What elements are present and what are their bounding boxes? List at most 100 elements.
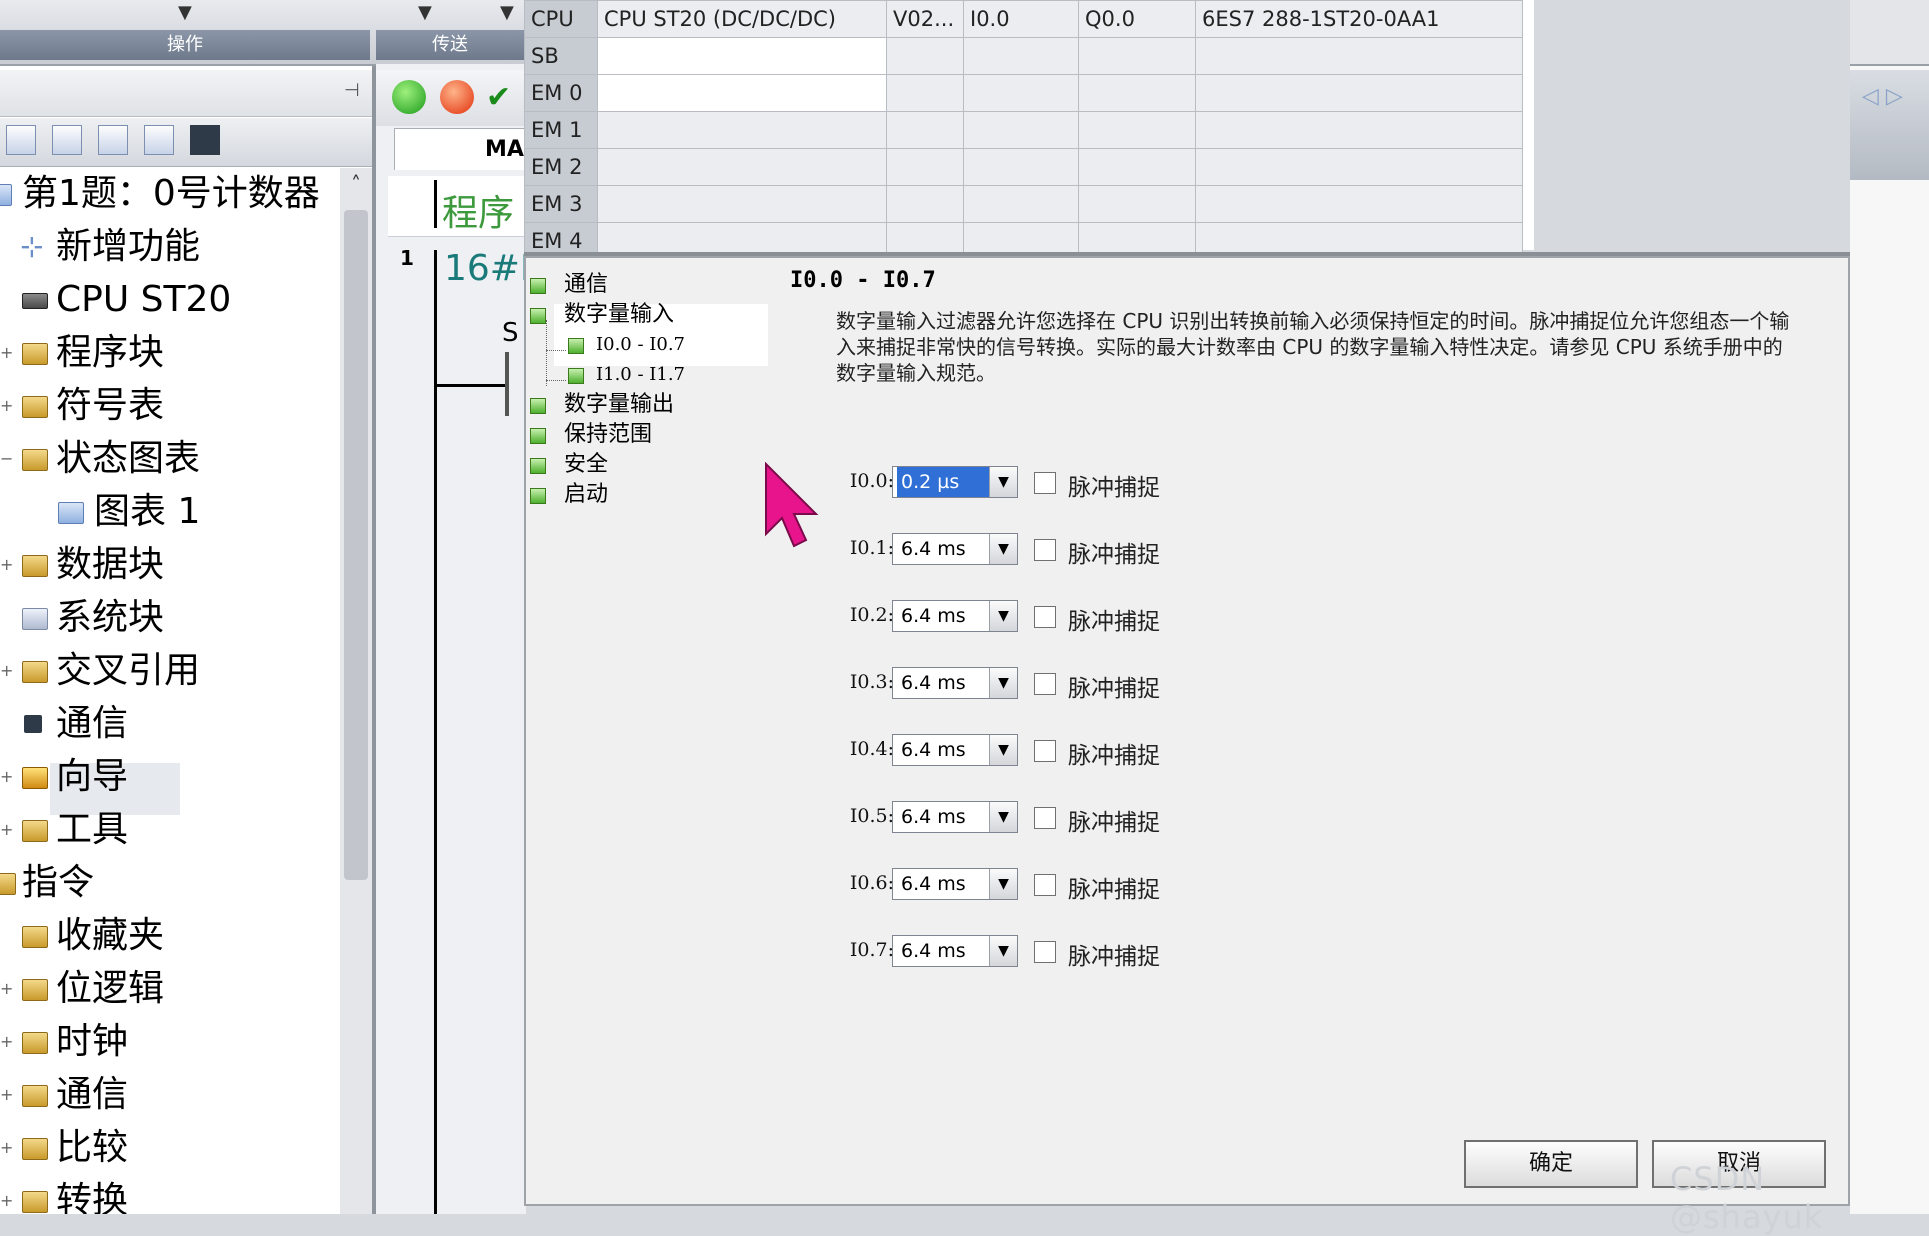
filter-select-i0-4[interactable]: 6.4 ms ▼ [892,734,1018,766]
pulse-catch-checkbox[interactable] [1034,606,1056,628]
table-row[interactable]: SB [524,37,1523,75]
folder-icon [22,661,48,683]
chevron-down-icon[interactable]: ▼ [989,467,1017,497]
expand-icon[interactable]: + [0,327,13,379]
folder-icon [22,1138,48,1160]
input-cell [963,111,1079,149]
ladder-contact[interactable] [505,352,509,416]
table-row[interactable]: EM 0 [524,74,1523,112]
chevron-down-icon[interactable]: ▼ [989,601,1017,631]
filter-select-i0-5[interactable]: 6.4 ms ▼ [892,801,1018,833]
filter-select-i0-6[interactable]: 6.4 ms ▼ [892,868,1018,900]
expand-icon[interactable]: + [0,1122,13,1174]
folder-icon [22,1191,48,1213]
chevron-down-icon[interactable]: ▼ [500,2,514,23]
expand-icon[interactable]: + [0,380,13,432]
expand-icon[interactable]: + [0,963,13,1015]
run-icon[interactable] [392,80,426,114]
pulse-catch-checkbox[interactable] [1034,941,1056,963]
monitor-icon[interactable] [190,125,220,155]
ok-button[interactable]: 确定 [1464,1140,1638,1188]
type-cell[interactable]: CPU ST20 (DC/DC/DC) [597,0,887,38]
tree-item-label: 交叉引用 [56,650,201,691]
window-icon[interactable] [144,125,174,155]
chevron-down-icon[interactable]: ▼ [989,869,1017,899]
chevron-down-icon[interactable]: ▼ [989,668,1017,698]
type-cell[interactable] [597,185,887,223]
pulse-catch-checkbox[interactable] [1034,472,1056,494]
pulse-catch-checkbox[interactable] [1034,539,1056,561]
expand-icon[interactable]: + [0,1175,13,1214]
check-icon[interactable]: ✔ [486,80,520,115]
expand-icon[interactable]: + [0,751,13,803]
output-cell [1078,111,1196,149]
pulse-catch-checkbox[interactable] [1034,874,1056,896]
filter-select-i0-1[interactable]: 6.4 ms ▼ [892,533,1018,565]
table-row[interactable]: EM 2 [524,148,1523,186]
filter-select-i0-7[interactable]: 6.4 ms ▼ [892,935,1018,967]
nav-item-label: 数字量输入 [564,302,675,327]
pulse-catch-label: 脉冲捕捉 [1068,944,1160,970]
nav-item-label: 通信 [564,272,609,297]
chevron-down-icon[interactable]: ▼ [989,735,1017,765]
pulse-catch-label: 脉冲捕捉 [1068,475,1160,501]
tree-item-label: 符号表 [56,385,165,426]
expand-icon[interactable]: + [0,804,13,856]
pulse-catch-checkbox[interactable] [1034,740,1056,762]
folder-icon [22,1032,48,1054]
input-label: I0.3: [849,671,894,693]
section-title: I0.0 - I0.7 [790,268,936,293]
filter-select-i0-0[interactable]: 0.2 µs ▼ [892,466,1018,498]
filter-select-i0-2[interactable]: 6.4 ms ▼ [892,600,1018,632]
order-cell [1195,111,1523,149]
chevron-down-icon[interactable]: ▼ [989,534,1017,564]
combo-value: 6.4 ms [901,605,966,627]
expand-icon[interactable]: + [0,539,13,591]
pulse-catch-checkbox[interactable] [1034,673,1056,695]
chevron-down-icon[interactable]: ▼ [178,2,192,23]
expand-icon[interactable]: + [0,1016,13,1068]
type-cell[interactable] [597,111,887,149]
tree-item-label: 转换 [56,1180,129,1214]
version-cell [886,37,964,75]
view-icon[interactable] [6,125,36,155]
pulse-catch-label: 脉冲捕捉 [1068,609,1160,635]
input-label: I0.0: [849,470,894,492]
chevron-down-icon[interactable]: ▼ [989,802,1017,832]
module-cell: EM 2 [524,148,598,186]
table-row[interactable]: CPU CPU ST20 (DC/DC/DC) V02... I0.0 Q0.0… [524,0,1523,38]
combo-value: 6.4 ms [901,873,966,895]
type-cell[interactable] [597,74,887,112]
document-icon[interactable] [52,125,82,155]
expand-icon[interactable]: + [0,1069,13,1121]
contact-label: S [502,318,519,348]
chevron-down-icon[interactable]: ▼ [989,936,1017,966]
tab-main[interactable]: MA [394,128,526,170]
type-cell[interactable] [597,37,887,75]
program-marker [434,180,437,228]
stop-icon[interactable] [440,80,474,114]
chevron-down-icon[interactable]: ▼ [418,2,432,23]
order-cell: 6ES7 288-1ST20-0AA1 [1195,0,1523,38]
input-label: I0.4: [849,738,894,760]
page-icon[interactable] [98,125,128,155]
nav-arrows-icon[interactable]: ◁ ▷ [1862,84,1903,109]
pin-icon[interactable]: ⊣ [344,80,360,101]
input-label: I0.7: [849,939,894,961]
scrollbar-thumb[interactable] [344,210,368,880]
expand-icon[interactable]: + [0,645,13,697]
ribbon-group-operations: 操作 [0,30,370,60]
table-row[interactable]: EM 1 [524,111,1523,149]
type-cell[interactable] [597,148,887,186]
folder-icon [22,449,48,471]
table-row[interactable]: EM 3 [524,185,1523,223]
pulse-catch-checkbox[interactable] [1034,807,1056,829]
input-cell [963,74,1079,112]
collapse-icon[interactable]: − [0,433,13,485]
tree-item-label: 程序块 [56,332,165,373]
order-cell [1195,74,1523,112]
chevron-up-icon[interactable]: ˄ [344,172,368,200]
version-cell: V02... [886,0,964,38]
version-cell [886,111,964,149]
filter-select-i0-3[interactable]: 6.4 ms ▼ [892,667,1018,699]
